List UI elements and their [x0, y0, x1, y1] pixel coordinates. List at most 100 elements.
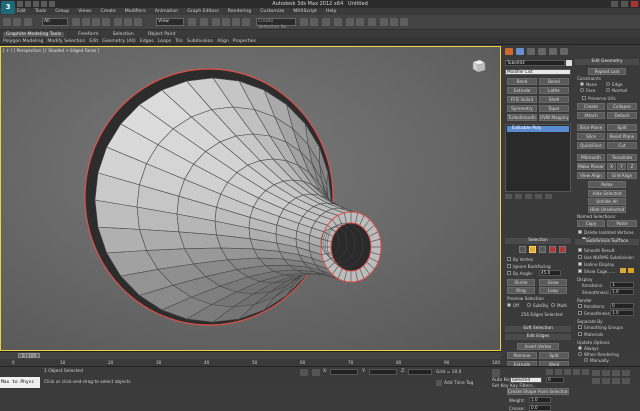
- y-coordinate-field[interactable]: [369, 369, 397, 375]
- weight-field[interactable]: 1.0: [529, 397, 551, 403]
- add-time-tag-text[interactable]: Add Time Tag: [444, 381, 473, 386]
- layer-manager-icon[interactable]: [322, 18, 330, 26]
- maximize-viewport-icon[interactable]: [622, 378, 630, 384]
- move-icon[interactable]: [114, 18, 122, 26]
- ribbon-tab-graphite-modeling-tools[interactable]: Graphite Modeling Tools: [3, 32, 65, 37]
- go-to-start-icon[interactable]: [546, 369, 553, 375]
- normal-radio[interactable]: [606, 88, 610, 92]
- selection-rollout-header[interactable]: Selection: [505, 238, 571, 244]
- planar-x-button[interactable]: X: [607, 163, 616, 170]
- selection-filter-dropdown[interactable]: All: [42, 18, 68, 26]
- select-object-icon[interactable]: [72, 18, 80, 26]
- edge-mode-icon[interactable]: [529, 246, 536, 253]
- set-key-icon[interactable]: [492, 369, 500, 377]
- planar-z-button[interactable]: Z: [627, 163, 637, 170]
- slice-button[interactable]: Slice: [577, 133, 605, 140]
- cage-color-swatch[interactable]: [620, 268, 626, 273]
- modifier-turbosmooth-button[interactable]: TurboSmooth: [507, 114, 537, 121]
- zoom-icon[interactable]: [592, 370, 600, 376]
- modifier-taper-button[interactable]: Taper: [539, 105, 569, 112]
- link-icon[interactable]: [24, 18, 32, 26]
- render-setup-icon[interactable]: [380, 18, 388, 26]
- window-crossing-icon[interactable]: [102, 18, 110, 26]
- show-end-result-icon[interactable]: [515, 194, 522, 199]
- set-key-button[interactable]: Set Key: [492, 384, 509, 389]
- split-button[interactable]: Split: [607, 124, 637, 131]
- spinner-snap-icon[interactable]: [242, 18, 250, 26]
- pivot-icon[interactable]: [188, 18, 196, 26]
- ribbon-tool-edit[interactable]: Edit: [89, 39, 98, 44]
- planar-y-button[interactable]: Y: [617, 163, 626, 170]
- object-color-swatch[interactable]: [566, 60, 572, 66]
- modifier-bevel-button[interactable]: Bevel: [539, 78, 569, 85]
- redo-icon[interactable]: [49, 1, 55, 7]
- remove-button[interactable]: Remove: [507, 352, 537, 359]
- ribbon-tab-freeform[interactable]: Freeform: [78, 32, 98, 37]
- rendered-frame-icon[interactable]: [390, 18, 398, 26]
- none-radio[interactable]: [580, 82, 584, 86]
- paste-button[interactable]: Paste: [607, 220, 637, 227]
- snaps-icon[interactable]: [212, 18, 220, 26]
- modifier-symmetry-button[interactable]: Symmetry: [507, 105, 537, 112]
- element-mode-icon[interactable]: [559, 246, 566, 253]
- key-filter-dropdown[interactable]: Selected: [510, 377, 542, 383]
- undo-icon[interactable]: [3, 18, 11, 26]
- face-radio[interactable]: [580, 88, 584, 92]
- border-mode-icon[interactable]: [539, 246, 546, 253]
- preview-multi-radio[interactable]: [551, 303, 555, 307]
- show-cage-checkbox[interactable]: [578, 269, 582, 273]
- modifier-stack[interactable]: Editable Poly: [505, 124, 571, 192]
- viewcube-icon[interactable]: [468, 59, 486, 73]
- percent-snap-icon[interactable]: [232, 18, 240, 26]
- ribbon-tool-geometry-all-[interactable]: Geometry (All): [102, 39, 136, 44]
- polygon-mode-icon[interactable]: [549, 246, 556, 253]
- play-icon[interactable]: [564, 369, 571, 375]
- grow-button[interactable]: Grow: [539, 279, 567, 286]
- split-button[interactable]: Split: [539, 352, 569, 359]
- menu-create[interactable]: Create: [101, 9, 116, 14]
- reset-plane-button[interactable]: Reset Plane: [607, 133, 637, 140]
- perspective-viewport[interactable]: [0, 46, 501, 351]
- display-tab-icon[interactable]: [549, 48, 557, 55]
- create-button[interactable]: Create: [577, 103, 605, 110]
- tessellate-button[interactable]: Tessellate: [607, 154, 637, 161]
- maximize-button[interactable]: [621, 1, 628, 7]
- ribbon-tool-loops[interactable]: Loops: [158, 39, 171, 44]
- field-of-view-icon[interactable]: [592, 378, 600, 384]
- view-align-button[interactable]: View Align: [577, 172, 605, 179]
- rectangle-selection-icon[interactable]: [92, 18, 100, 26]
- menu-customize[interactable]: Customize: [260, 9, 284, 14]
- mirror-icon[interactable]: [300, 18, 308, 26]
- delete-isolated-checkbox[interactable]: [578, 230, 582, 234]
- previous-frame-icon[interactable]: [555, 369, 562, 375]
- auto-key-button[interactable]: Auto Key: [492, 378, 512, 383]
- menu-help[interactable]: Help: [326, 9, 336, 14]
- by-vertex-checkbox[interactable]: [507, 257, 511, 261]
- hide-unselected-button[interactable]: Hide Unselected: [588, 206, 626, 213]
- absolute-mode-icon[interactable]: [312, 369, 320, 376]
- z-coordinate-field[interactable]: [408, 369, 432, 375]
- x-coordinate-field[interactable]: [330, 369, 358, 375]
- modifier-list-dropdown[interactable]: Modifier List: [505, 69, 571, 75]
- modifier-lathe-button[interactable]: Lathe: [539, 87, 569, 94]
- pan-icon[interactable]: [602, 378, 610, 384]
- by-angle-checkbox[interactable]: [507, 271, 511, 275]
- render-iterations-checkbox[interactable]: [578, 304, 582, 308]
- shrink-button[interactable]: Shrink: [507, 279, 535, 286]
- close-button[interactable]: [631, 1, 638, 7]
- cut-button[interactable]: Cut: [607, 142, 637, 149]
- relax-button[interactable]: Relax: [588, 181, 626, 188]
- ribbon-tool-tris[interactable]: Tris: [175, 39, 183, 44]
- key-filters-button[interactable]: Key Filters...: [510, 384, 537, 389]
- create-shape-button[interactable]: Create Shape From Selection: [507, 388, 569, 395]
- edge-radio[interactable]: [606, 82, 610, 86]
- object-name-field[interactable]: Tube004: [505, 60, 565, 66]
- hide-selected-button[interactable]: Hide Selected: [588, 190, 626, 197]
- minimize-button[interactable]: [611, 1, 618, 7]
- zoom-extents-all-icon[interactable]: [622, 370, 630, 376]
- select-by-name-icon[interactable]: [82, 18, 90, 26]
- ribbon-tool-subdivision[interactable]: Subdivision: [187, 39, 213, 44]
- preview-subobj-radio[interactable]: [527, 303, 531, 307]
- next-frame-icon[interactable]: [573, 369, 580, 375]
- create-tab-icon[interactable]: [505, 48, 513, 55]
